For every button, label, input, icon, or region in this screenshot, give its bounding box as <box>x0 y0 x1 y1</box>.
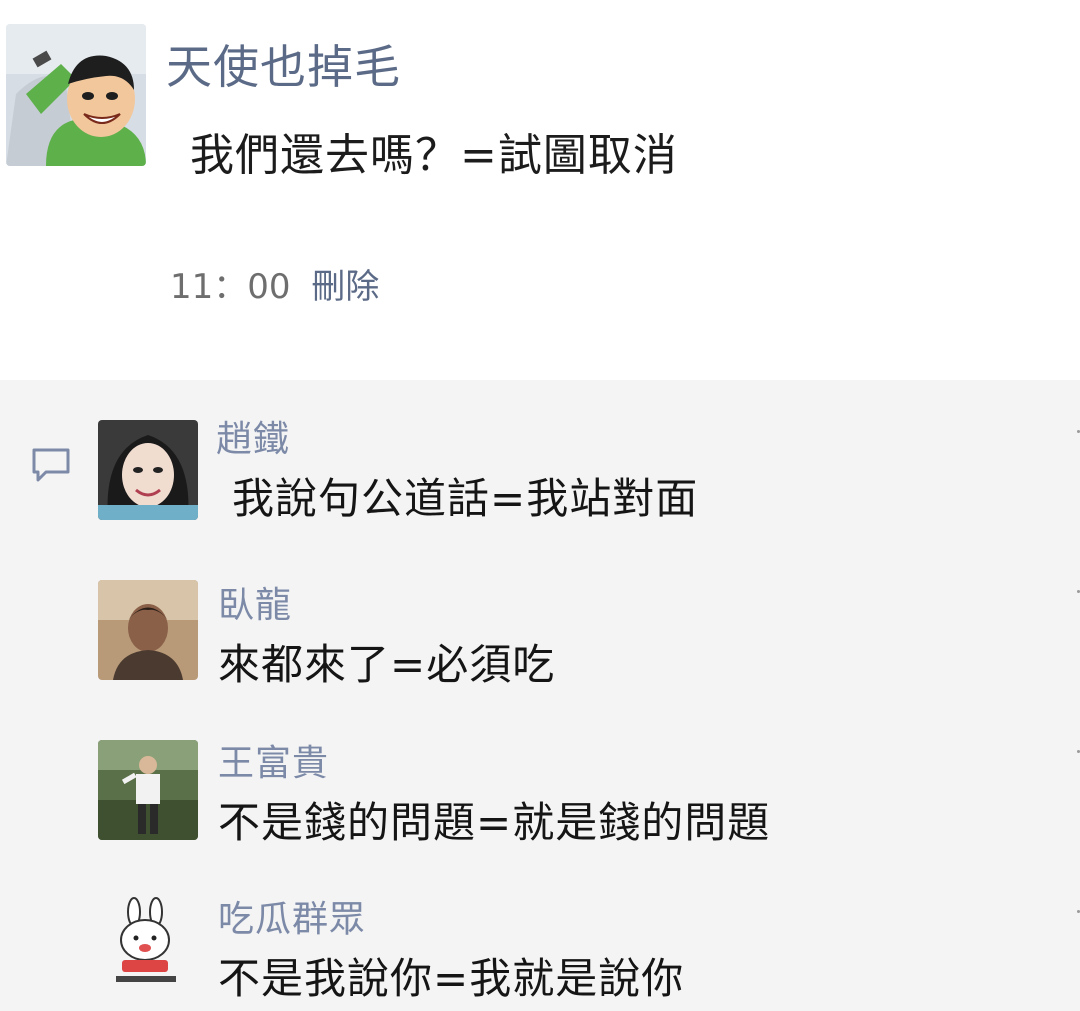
post-author-name[interactable]: 天使也掉毛 <box>166 44 401 90</box>
comment-text: 不是錢的問題=就是錢的問題 <box>218 798 771 847</box>
author-avatar[interactable] <box>6 24 146 166</box>
comment-text: 我說句公道話=我站對面 <box>232 474 699 523</box>
avatar-photo-icon <box>98 580 198 680</box>
commenter-name[interactable]: 王富貴 <box>218 746 329 782</box>
post-time: 11：00 <box>170 267 291 307</box>
commenter-avatar[interactable] <box>98 740 198 840</box>
commenter-name[interactable]: 吃瓜群眾 <box>218 902 366 938</box>
comment-text: 不是我說你=我就是說你 <box>218 954 685 1003</box>
avatar-photo-icon <box>98 740 198 840</box>
commenter-avatar[interactable] <box>98 580 198 680</box>
commenter-name[interactable]: 趙鐵 <box>216 422 290 458</box>
rabbit-sticker-icon <box>106 896 186 988</box>
delete-button[interactable]: 刪除 <box>311 267 379 307</box>
moments-post: 天使也掉毛 我們還去嗎？=試圖取消 11：00 刪除 <box>0 0 1080 378</box>
comments-section: 趙鐵 我說句公道話=我站對面 臥龍 來都來了=必須吃 王富貴 不是錢的問題=就是… <box>0 380 1080 1011</box>
commenter-avatar[interactable] <box>98 420 198 520</box>
post-text: 我們還去嗎？=試圖取消 <box>190 130 678 181</box>
comment-icon <box>32 448 70 482</box>
commenter-avatar[interactable] <box>106 896 186 988</box>
commenter-name[interactable]: 臥龍 <box>218 588 292 624</box>
cartoon-avatar-icon <box>6 24 146 166</box>
avatar-photo-icon <box>98 420 198 520</box>
comment-text: 來都來了=必須吃 <box>218 640 556 689</box>
post-meta: 11：00 刪除 <box>170 270 379 304</box>
